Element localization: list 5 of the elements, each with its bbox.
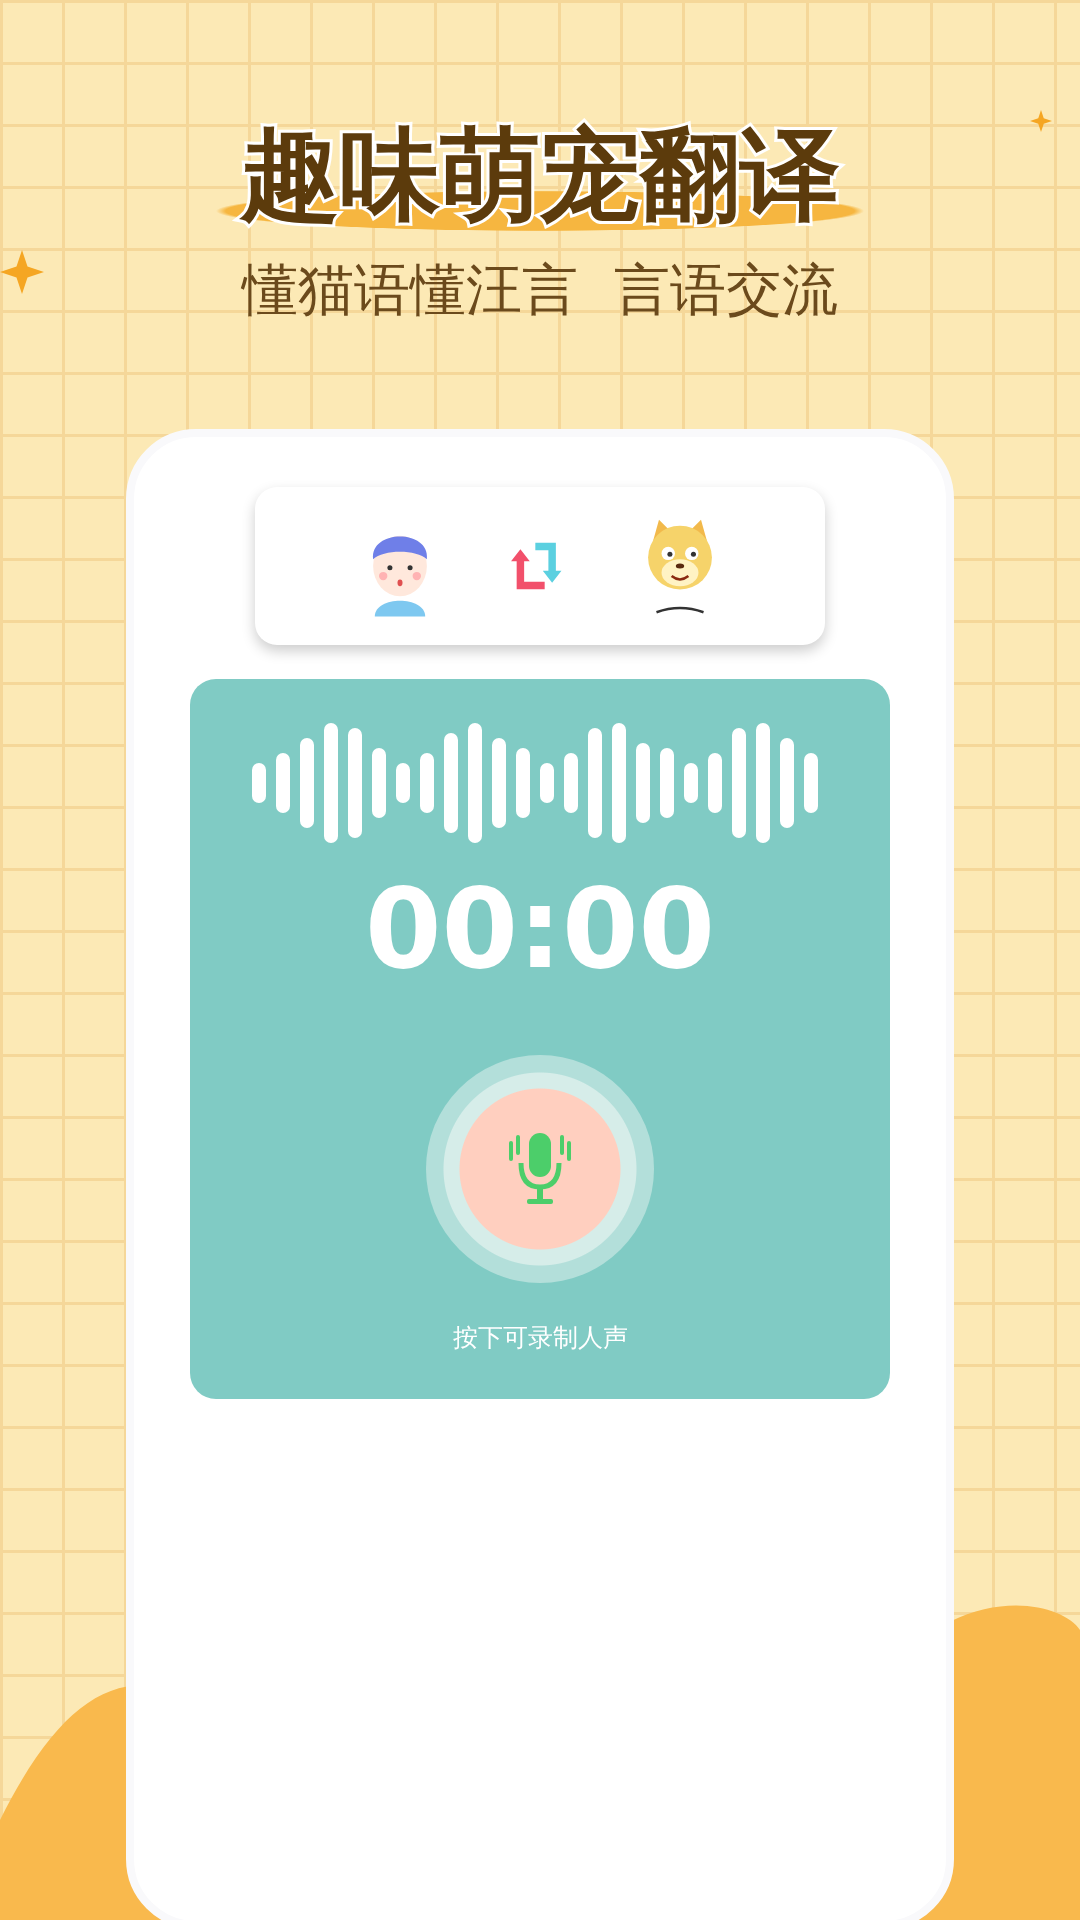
sparkle-icon (1030, 110, 1052, 132)
record-hint: 按下可录制人声 (452, 1322, 628, 1354)
subtitle: 懂猫语懂汪言 言语交流 (242, 256, 838, 324)
sparkle-icon (0, 250, 44, 294)
timer: 00:00 (364, 864, 716, 995)
